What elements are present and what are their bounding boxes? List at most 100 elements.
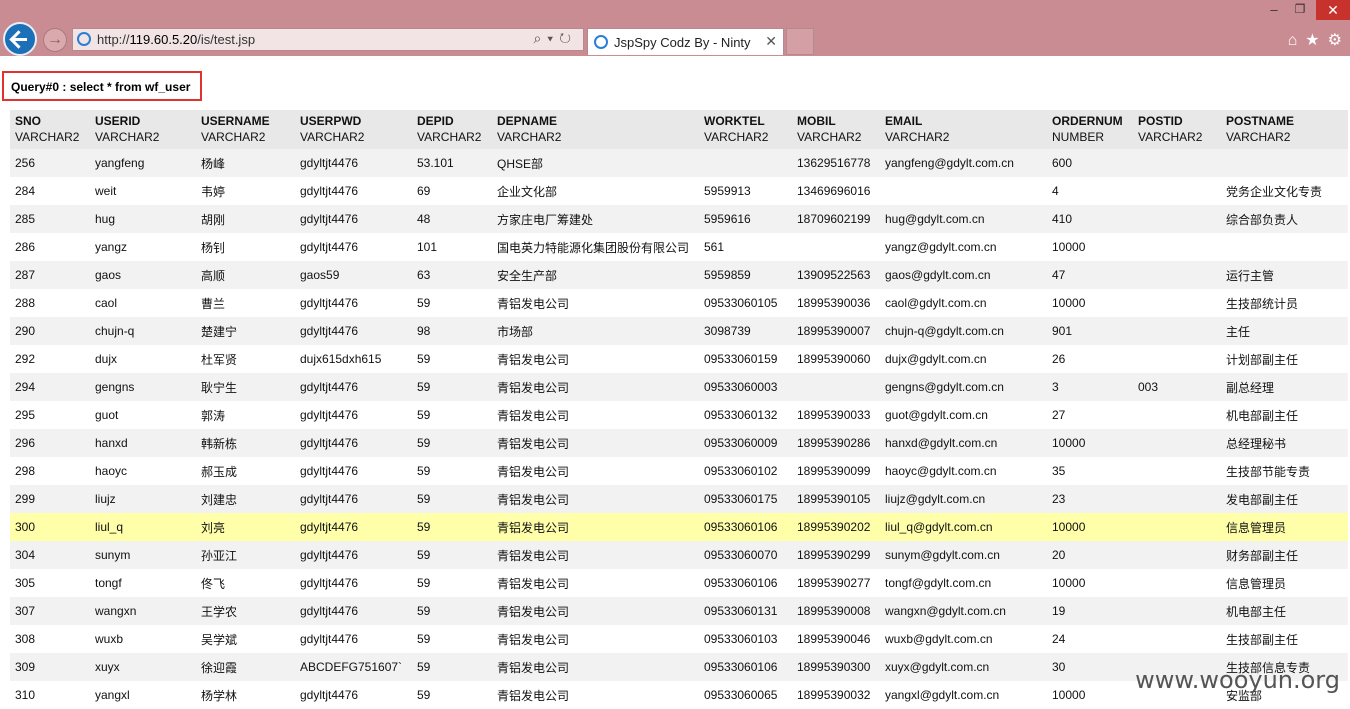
cell-mobil: 18995390299 bbox=[792, 541, 880, 569]
cell-userpwd: dujx615dxh615 bbox=[295, 345, 412, 373]
cell-postid bbox=[1133, 317, 1221, 345]
cell-userid: yangz bbox=[90, 233, 196, 261]
cell-username: 郝玉成 bbox=[196, 457, 295, 485]
table-row[interactable]: 256 yangfeng 杨峰 gdyltjt4476 53.101 QHSE部 13629… bbox=[10, 149, 1348, 177]
table-row[interactable]: 288 caol 曹兰 gdyltjt4476 59 青铝发电公司 09533060105 1… bbox=[10, 289, 1348, 317]
cell-userpwd: gdyltjt4476 bbox=[295, 149, 412, 177]
toolbar-icons[interactable]: ⌂★⚙ bbox=[1288, 30, 1350, 50]
cell-mobil: 18995390202 bbox=[792, 513, 880, 541]
address-bar[interactable]: http://119.60.5.20/is/test.jsp ⌕▾↻ bbox=[72, 28, 584, 51]
cell-postname: 综合部负责人 bbox=[1221, 205, 1348, 233]
cell-email: yangz@gdylt.com.cn bbox=[880, 233, 1047, 261]
column-name: DEPNAME bbox=[497, 114, 558, 128]
minimize-icon[interactable]: – bbox=[1264, 2, 1284, 17]
table-row[interactable]: 296 hanxd 韩新栋 gdyltjt4476 59 青铝发电公司 0953306000… bbox=[10, 429, 1348, 457]
cell-email: tongf@gdylt.com.cn bbox=[880, 569, 1047, 597]
cell-postname: 生技部副主任 bbox=[1221, 625, 1348, 653]
search-refresh-icons[interactable]: ⌕▾↻ bbox=[533, 30, 577, 47]
new-tab-button[interactable] bbox=[786, 28, 814, 55]
cell-email: guot@gdylt.com.cn bbox=[880, 401, 1047, 429]
cell-userpwd: gdyltjt4476 bbox=[295, 429, 412, 457]
url-text: http://119.60.5.20/is/test.jsp bbox=[97, 32, 256, 47]
table-row[interactable]: 307 wangxn 王学农 gdyltjt4476 59 青铝发电公司 095330601… bbox=[10, 597, 1348, 625]
cell-depname: 青铝发电公司 bbox=[492, 457, 699, 485]
cell-email: caol@gdylt.com.cn bbox=[880, 289, 1047, 317]
column-name: EMAIL bbox=[885, 114, 923, 128]
cell-postname: 总经理秘书 bbox=[1221, 429, 1348, 457]
cell-ordernum: 26 bbox=[1047, 345, 1133, 373]
cell-postid bbox=[1133, 205, 1221, 233]
cell-depid: 59 bbox=[412, 625, 492, 653]
cell-userpwd: gdyltjt4476 bbox=[295, 373, 412, 401]
cell-userid: liujz bbox=[90, 485, 196, 513]
table-row[interactable]: 300 liul_q 刘亮 gdyltjt4476 59 青铝发电公司 0953306010… bbox=[10, 513, 1348, 541]
cell-depid: 59 bbox=[412, 597, 492, 625]
cell-userid: tongf bbox=[90, 569, 196, 597]
table-row[interactable]: 295 guot 郭涛 gdyltjt4476 59 青铝发电公司 09533060132 1… bbox=[10, 401, 1348, 429]
query-label-box: Query#0 : select * from wf_user bbox=[2, 71, 202, 101]
cell-depid: 59 bbox=[412, 485, 492, 513]
table-row[interactable]: 284 weit 韦婷 gdyltjt4476 69 企业文化部 5959913 134696… bbox=[10, 177, 1348, 205]
table-row[interactable]: 290 chujn-q 楚建宁 gdyltjt4476 98 市场部 3098739 1899… bbox=[10, 317, 1348, 345]
maximize-icon[interactable]: ❐ bbox=[1290, 2, 1310, 16]
close-window-icon[interactable]: ✕ bbox=[1316, 0, 1350, 20]
cell-depname: 青铝发电公司 bbox=[492, 345, 699, 373]
cell-depname: 青铝发电公司 bbox=[492, 597, 699, 625]
browser-tab[interactable]: JspSpy Codz By - Ninty ✕ bbox=[587, 28, 784, 55]
cell-worktel: 09533060106 bbox=[699, 653, 792, 681]
cell-sno: 309 bbox=[10, 653, 90, 681]
cell-depid: 59 bbox=[412, 457, 492, 485]
cell-ordernum: 410 bbox=[1047, 205, 1133, 233]
cell-depname: QHSE部 bbox=[492, 149, 699, 177]
cell-sno: 299 bbox=[10, 485, 90, 513]
cell-postid bbox=[1133, 289, 1221, 317]
cell-worktel: 09533060106 bbox=[699, 569, 792, 597]
cell-username: 楚建宁 bbox=[196, 317, 295, 345]
column-header-depname: DEPNAME VARCHAR2 bbox=[492, 110, 699, 149]
cell-depid: 59 bbox=[412, 681, 492, 709]
table-row[interactable]: 294 gengns 耿宁生 gdyltjt4476 59 青铝发电公司 095330600… bbox=[10, 373, 1348, 401]
cell-email: yangfeng@gdylt.com.cn bbox=[880, 149, 1047, 177]
table-row[interactable]: 299 liujz 刘建忠 gdyltjt4476 59 青铝发电公司 0953306017… bbox=[10, 485, 1348, 513]
cell-depname: 青铝发电公司 bbox=[492, 373, 699, 401]
column-name: ORDERNUM bbox=[1052, 114, 1123, 128]
table-row[interactable]: 308 wuxb 吴学斌 gdyltjt4476 59 青铝发电公司 09533060103… bbox=[10, 625, 1348, 653]
cell-userpwd: gdyltjt4476 bbox=[295, 177, 412, 205]
cell-worktel: 3098739 bbox=[699, 317, 792, 345]
cell-username: 徐迎霞 bbox=[196, 653, 295, 681]
cell-userpwd: gdyltjt4476 bbox=[295, 317, 412, 345]
cell-depid: 98 bbox=[412, 317, 492, 345]
table-row[interactable]: 286 yangz 杨钊 gdyltjt4476 101 国电英力特能源化集团股份有限公司… bbox=[10, 233, 1348, 261]
cell-worktel: 09533060175 bbox=[699, 485, 792, 513]
cell-postname: 机电部副主任 bbox=[1221, 401, 1348, 429]
cell-username: 刘建忠 bbox=[196, 485, 295, 513]
table-row[interactable]: 285 hug 胡刚 gdyltjt4476 48 方家庄电厂筹建处 5959616 1870… bbox=[10, 205, 1348, 233]
cell-ordernum: 19 bbox=[1047, 597, 1133, 625]
column-header-mobil: MOBIL VARCHAR2 bbox=[792, 110, 880, 149]
cell-ordernum: 47 bbox=[1047, 261, 1133, 289]
cell-worktel: 561 bbox=[699, 233, 792, 261]
cell-mobil: 18995390008 bbox=[792, 597, 880, 625]
table-row[interactable]: 287 gaos 高顺 gaos59 63 安全生产部 5959859 13909522563… bbox=[10, 261, 1348, 289]
column-name: USERPWD bbox=[300, 114, 362, 128]
forward-button[interactable]: → bbox=[43, 28, 67, 52]
cell-userid: wangxn bbox=[90, 597, 196, 625]
table-row[interactable]: 298 haoyc 郝玉成 gdyltjt4476 59 青铝发电公司 0953306010… bbox=[10, 457, 1348, 485]
cell-userid: hanxd bbox=[90, 429, 196, 457]
table-row[interactable]: 304 sunym 孙亚江 gdyltjt4476 59 青铝发电公司 0953306007… bbox=[10, 541, 1348, 569]
table-row[interactable]: 305 tongf 佟飞 gdyltjt4476 59 青铝发电公司 09533060106… bbox=[10, 569, 1348, 597]
table-row[interactable]: 292 dujx 杜军贤 dujx615dxh615 59 青铝发电公司 095330601… bbox=[10, 345, 1348, 373]
cell-worktel: 09533060070 bbox=[699, 541, 792, 569]
back-button[interactable] bbox=[3, 22, 37, 56]
cell-depid: 59 bbox=[412, 513, 492, 541]
column-name: SNO bbox=[15, 114, 42, 128]
column-type: VARCHAR2 bbox=[201, 130, 266, 144]
cell-postname: 财务部副主任 bbox=[1221, 541, 1348, 569]
tab-close-icon[interactable]: ✕ bbox=[765, 33, 777, 50]
cell-mobil: 18995390033 bbox=[792, 401, 880, 429]
cell-username: 吴学斌 bbox=[196, 625, 295, 653]
cell-userpwd: gdyltjt4476 bbox=[295, 205, 412, 233]
cell-email: wangxn@gdylt.com.cn bbox=[880, 597, 1047, 625]
column-type: VARCHAR2 bbox=[497, 130, 562, 144]
cell-mobil: 18995390277 bbox=[792, 569, 880, 597]
